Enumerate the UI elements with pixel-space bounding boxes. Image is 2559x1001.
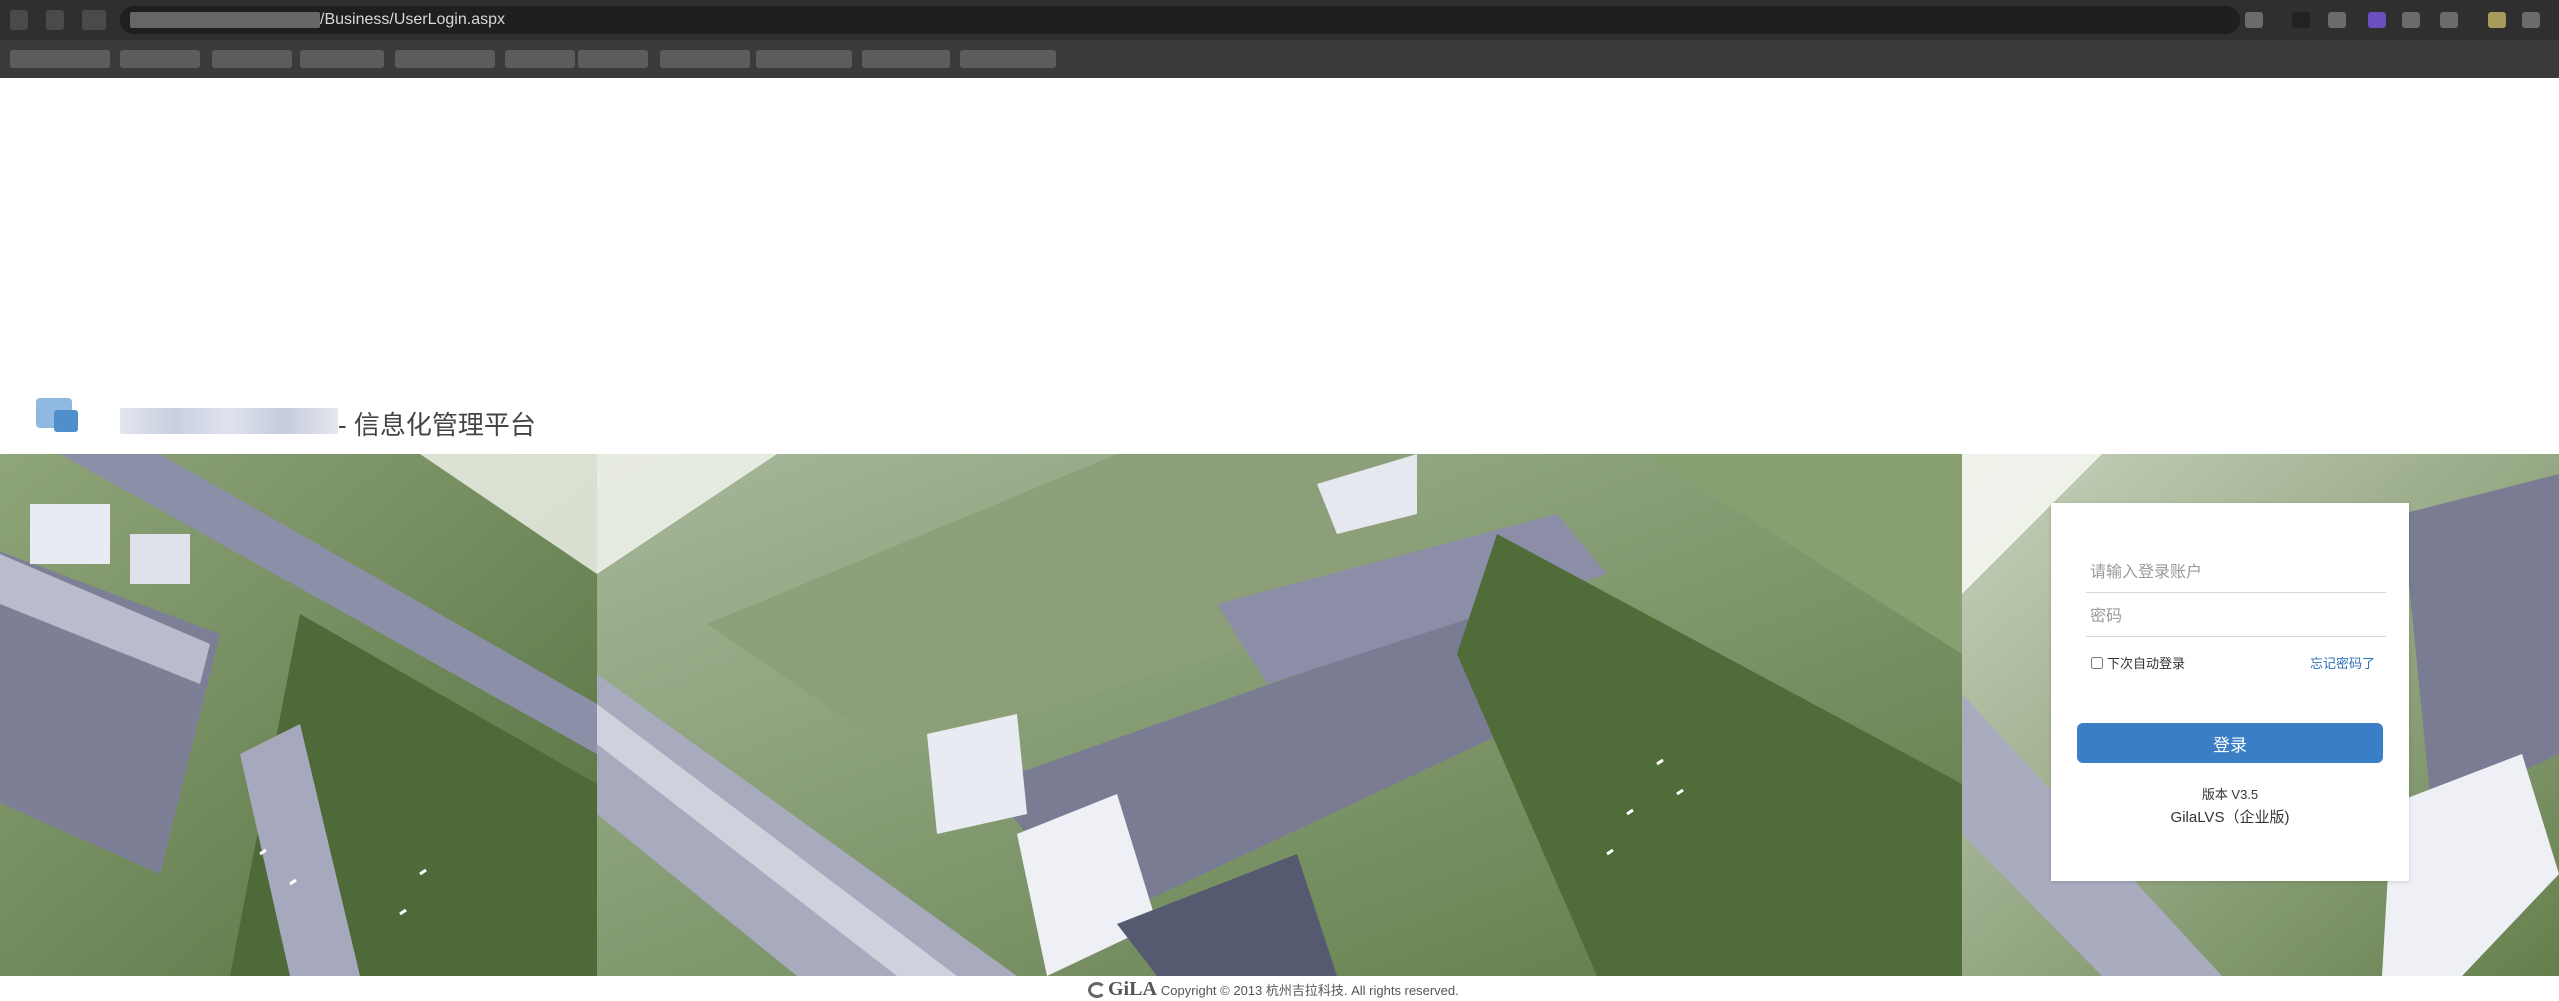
reload-icon[interactable] (82, 10, 106, 30)
bookmark-item[interactable] (300, 50, 384, 68)
bookmark-item[interactable] (756, 50, 852, 68)
extension-icon[interactable] (2328, 12, 2346, 28)
company-name-redacted (120, 408, 338, 434)
address-row: /Business/UserLogin.aspx (0, 0, 2559, 40)
extension-icon[interactable] (2402, 12, 2420, 28)
forgot-password-link[interactable]: 忘记密码了 (2310, 653, 2375, 672)
extension-icon[interactable] (2488, 12, 2506, 28)
bookmark-item[interactable] (660, 50, 750, 68)
username-input[interactable] (2086, 553, 2386, 593)
bookmark-item[interactable] (505, 50, 575, 68)
bookmark-item[interactable] (578, 50, 648, 68)
bookmark-item[interactable] (960, 50, 1056, 68)
forward-icon[interactable] (46, 10, 64, 30)
platform-title: - 信息化管理平台 (338, 410, 536, 440)
login-card: 下次自动登录 忘记密码了 登录 版本 V3.5 GilaLVS（企业版) (2051, 503, 2409, 881)
back-icon[interactable] (10, 10, 28, 30)
bookmark-item[interactable] (120, 50, 200, 68)
swirl-icon (1088, 981, 1106, 998)
url-domain-redacted (130, 12, 320, 28)
footer-logo-text: GiLA (1108, 978, 1157, 1000)
page-footer: GiLA Copyright © 2013 杭州吉拉科技. All rights… (0, 976, 2559, 1000)
remember-label: 下次自动登录 (2107, 656, 2186, 671)
password-input[interactable] (2086, 597, 2386, 637)
version-label: 版本 V3.5 (2201, 787, 2259, 802)
company-logo (24, 392, 84, 438)
footer-logo: GiLA (1088, 978, 1157, 1001)
remember-me[interactable]: 下次自动登录 (2091, 653, 2185, 672)
bookmarks-bar (0, 42, 2559, 76)
bookmark-item[interactable] (212, 50, 292, 68)
bookmark-item[interactable] (862, 50, 950, 68)
banner-panel-center (597, 454, 1962, 976)
bookmark-item[interactable] (395, 50, 495, 68)
extension-icon[interactable] (2292, 12, 2310, 28)
extension-icon[interactable] (2245, 12, 2263, 28)
page-header: - 信息化管理平台 (0, 380, 2559, 454)
edition-label: GilaLVS（企业版) (2170, 809, 2290, 826)
login-button[interactable]: 登录 (2077, 723, 2383, 763)
remember-checkbox[interactable] (2091, 656, 2103, 669)
menu-icon[interactable] (2522, 12, 2540, 28)
banner-panel-left (0, 454, 597, 976)
url-path: /Business/UserLogin.aspx (320, 11, 505, 28)
extension-icon[interactable] (2368, 12, 2386, 28)
extension-icon[interactable] (2440, 12, 2458, 28)
browser-chrome: /Business/UserLogin.aspx (0, 0, 2559, 78)
bookmark-item[interactable] (10, 50, 110, 68)
copyright-text: Copyright © 2013 杭州吉拉科技. All rights rese… (1160, 983, 1459, 998)
